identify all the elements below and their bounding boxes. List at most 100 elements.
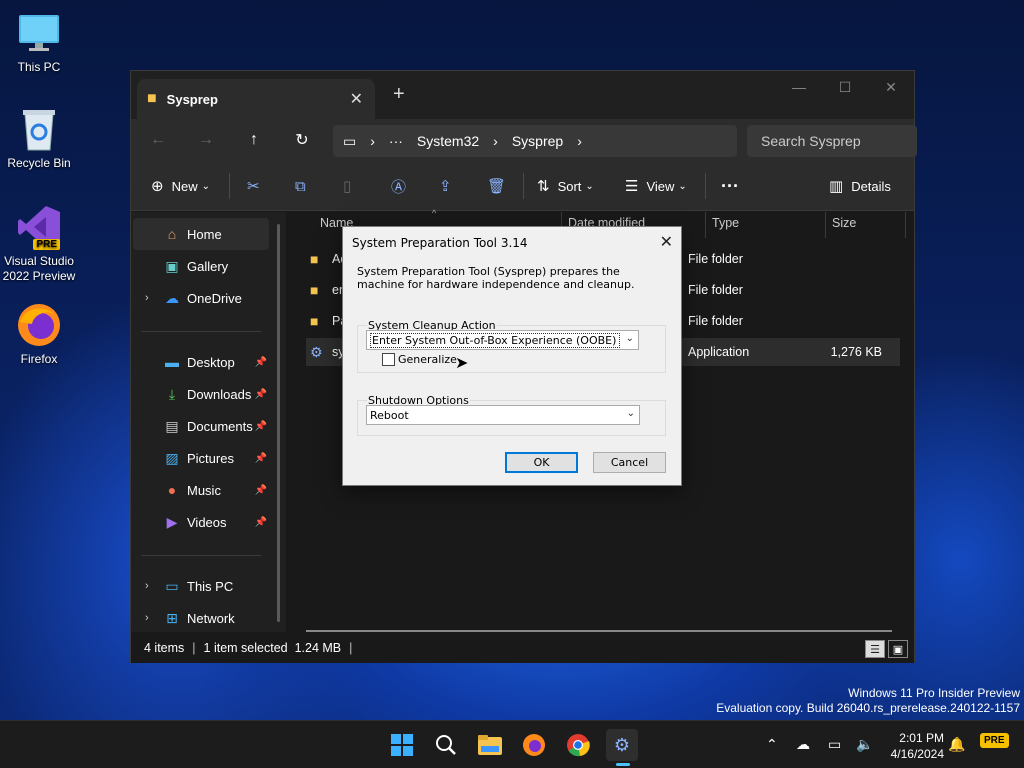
shutdown-options-group: Shutdown Options Reboot ⌄	[357, 394, 666, 436]
sidebar-item-desktop[interactable]: ▬ Desktop 📌	[133, 346, 269, 378]
sidebar-item-gallery[interactable]: ▣ Gallery	[133, 250, 269, 282]
system-clock[interactable]: 2:01 PM 4/16/2024	[880, 730, 944, 762]
details-view-button[interactable]: ☰	[865, 640, 885, 658]
sidebar-item-label: Network	[187, 610, 235, 626]
search-input[interactable]: Search Sysprep	[747, 125, 917, 157]
start-button[interactable]	[386, 729, 418, 761]
breadcrumb-system32[interactable]: System32	[417, 133, 479, 149]
generalize-checkbox[interactable]	[382, 353, 395, 366]
back-button[interactable]: ←	[143, 127, 173, 153]
sysprep-taskbar-button[interactable]: ⚙	[606, 729, 638, 761]
sort-arrow-icon: ^	[432, 208, 437, 218]
copy-button[interactable]: ⧉	[295, 175, 314, 197]
file-explorer-taskbar-button[interactable]	[474, 729, 506, 761]
rename-button[interactable]: Ⓐ	[391, 175, 414, 197]
maximize-button[interactable]: ☐	[822, 71, 868, 103]
home-icon: ⌂	[167, 226, 177, 242]
sidebar-item-label: Downloads	[187, 386, 252, 402]
search-button[interactable]	[430, 729, 462, 761]
command-bar: ⊕ New ⌄ ✂ ⧉ ▯ Ⓐ ⇪ 🗑 ⇅ Sort ⌄ ☰ View ⌄ ··…	[131, 161, 914, 211]
chevron-right-icon: ›	[493, 133, 498, 149]
chrome-taskbar-button[interactable]	[562, 729, 594, 761]
forward-button[interactable]: →	[191, 127, 221, 153]
mouse-cursor-icon: ➤	[455, 355, 469, 372]
shutdown-options-select[interactable]: Reboot ⌄	[366, 405, 640, 425]
close-tab-icon[interactable]: ✕	[350, 89, 363, 109]
document-icon: ▤	[165, 417, 179, 434]
close-icon[interactable]: ✕	[660, 232, 673, 251]
sort-button[interactable]: ⇅ Sort ⌄	[537, 175, 594, 197]
desktop-icon-this-pc[interactable]: This PC	[0, 10, 78, 75]
column-header-type[interactable]: Type	[712, 216, 739, 230]
new-tab-button[interactable]: +	[393, 83, 405, 106]
gallery-icon: ▣	[165, 257, 179, 274]
details-label: Details	[851, 178, 891, 194]
scrollbar[interactable]	[277, 224, 280, 622]
refresh-button[interactable]: ↻	[287, 127, 317, 153]
network-icon[interactable]: ▭	[828, 736, 841, 753]
share-button[interactable]: ⇪	[439, 175, 460, 197]
cancel-button[interactable]: Cancel	[593, 452, 666, 473]
cleanup-action-select[interactable]: Enter System Out-of-Box Experience (OOBE…	[366, 330, 639, 350]
watermark-line: Evaluation copy. Build 26040.rs_prerelea…	[716, 701, 1020, 715]
chevron-down-icon: ⌄	[678, 180, 687, 192]
delete-button[interactable]: 🗑	[487, 175, 514, 197]
more-locations-icon[interactable]: ···	[389, 133, 403, 149]
divider	[141, 331, 261, 332]
video-icon: ▶	[166, 513, 178, 530]
sidebar-item-label: Pictures	[187, 450, 234, 466]
monitor-icon: ▭	[343, 132, 357, 149]
cloud-offline-icon[interactable]: ☁	[796, 736, 810, 753]
copy-icon: ⧉	[295, 177, 306, 195]
folder-icon: ■	[310, 313, 319, 329]
tiles-view-button[interactable]: ▣	[888, 640, 908, 658]
sidebar-item-music[interactable]: ● Music 📌	[133, 474, 269, 506]
desktop-icon-recycle-bin[interactable]: Recycle Bin	[0, 106, 78, 171]
more-options-button[interactable]: ···	[721, 175, 739, 197]
pictures-icon: ▨	[165, 449, 179, 466]
chevron-right-icon[interactable]: ›	[145, 292, 149, 304]
sidebar-item-label: Documents	[187, 418, 253, 434]
generalize-checkbox-row[interactable]: Generalize	[382, 353, 457, 366]
chevron-right-icon[interactable]: ›	[145, 580, 149, 592]
copilot-pre-icon[interactable]: PRE	[980, 733, 1009, 748]
firefox-taskbar-button[interactable]	[518, 729, 550, 761]
select-value: Reboot	[370, 408, 409, 422]
chevron-right-icon[interactable]: ›	[145, 612, 149, 624]
divider	[229, 173, 230, 199]
details-pane-icon: ▥	[829, 178, 844, 195]
desktop-icon-firefox[interactable]: Firefox	[0, 302, 78, 367]
column-header-size[interactable]: Size	[832, 216, 856, 230]
sidebar-item-onedrive[interactable]: › ☁ OneDrive	[133, 282, 269, 314]
sidebar-item-documents[interactable]: ▤ Documents 📌	[133, 410, 269, 442]
sidebar-item-network[interactable]: › ⊞ Network	[133, 602, 269, 634]
file-type: Application	[688, 345, 750, 359]
desktop-icon-visual-studio[interactable]: PRE Visual Studio 2022 Preview	[0, 204, 78, 284]
pin-icon: 📌	[254, 516, 267, 528]
notification-bell-icon[interactable]: 🔔	[948, 736, 965, 753]
firefox-icon	[523, 734, 545, 756]
sort-label: Sort	[557, 178, 582, 194]
tab-sysprep[interactable]: ■ Sysprep ✕	[137, 79, 375, 119]
cut-button[interactable]: ✂	[247, 175, 268, 197]
generalize-label: Generalize	[398, 353, 457, 366]
paste-button[interactable]: ▯	[343, 175, 359, 197]
sidebar-item-downloads[interactable]: ⤓ Downloads 📌	[133, 378, 269, 410]
cleanup-action-group: System Cleanup Action Enter System Out-o…	[357, 319, 666, 373]
sidebar-item-videos[interactable]: ▶ Videos 📌	[133, 506, 269, 538]
sidebar-item-home[interactable]: ⌂ Home	[133, 218, 269, 250]
up-button[interactable]: ↑	[239, 127, 269, 153]
sidebar-item-this-pc[interactable]: › ▭ This PC	[133, 570, 269, 602]
volume-icon[interactable]: 🔈	[856, 736, 873, 753]
details-button[interactable]: ▥ Details	[829, 175, 891, 197]
breadcrumb-sysprep[interactable]: Sysprep	[512, 133, 563, 149]
close-window-button[interactable]: ✕	[868, 71, 914, 103]
view-button[interactable]: ☰ View ⌄	[625, 175, 687, 197]
sidebar-item-pictures[interactable]: ▨ Pictures 📌	[133, 442, 269, 474]
ok-button[interactable]: OK	[505, 452, 578, 473]
breadcrumb[interactable]: ▭ › ··· System32 › Sysprep ›	[333, 125, 737, 157]
chevron-up-icon[interactable]: ⌃	[766, 736, 778, 753]
minimize-button[interactable]: —	[776, 71, 822, 103]
chevron-down-icon: ⌄	[626, 408, 635, 419]
new-button[interactable]: ⊕ New ⌄	[151, 175, 210, 197]
